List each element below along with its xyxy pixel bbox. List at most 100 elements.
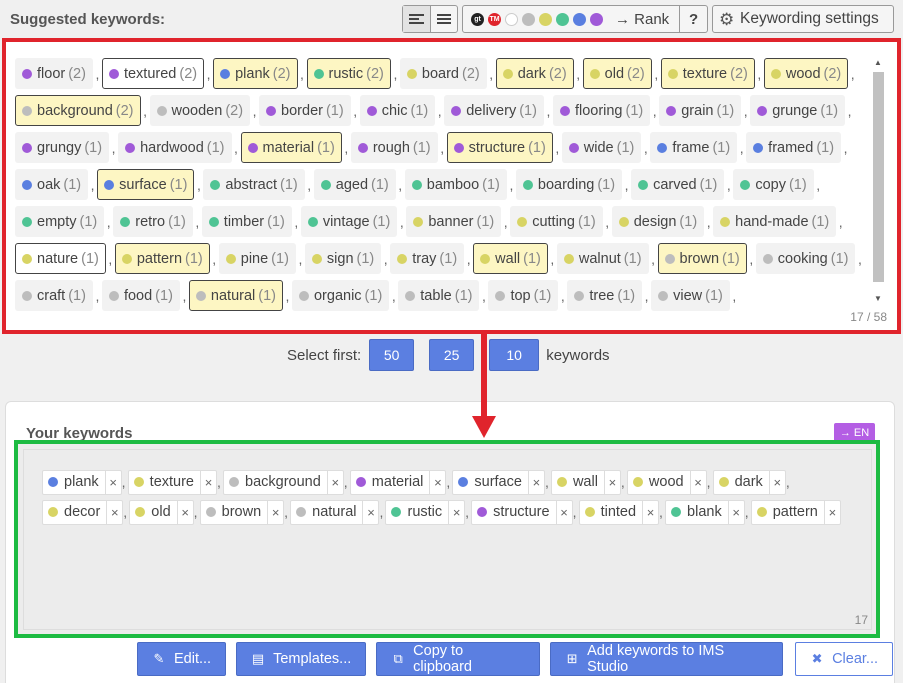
suggested-keyword-sign[interactable]: sign (1) <box>304 243 382 274</box>
your-keyword-blank[interactable]: blank × <box>665 499 745 525</box>
suggested-keyword-cooking[interactable]: cooking (1) <box>755 243 856 274</box>
suggested-keyword-view[interactable]: view (1) <box>651 280 730 311</box>
scrollbar-thumb[interactable] <box>873 72 884 282</box>
suggested-keyword-hardwood[interactable]: hardwood (1) <box>118 132 232 163</box>
suggested-keyword-nature[interactable]: nature (1) <box>15 243 106 274</box>
suggested-keyword-design[interactable]: design (1) <box>611 206 705 237</box>
rank-button[interactable]: gt TM → Rank <box>463 6 679 32</box>
suggested-keyword-pine[interactable]: pine (1) <box>218 243 296 274</box>
remove-keyword-icon[interactable]: × <box>362 500 378 524</box>
suggested-keyword-retro[interactable]: retro (1) <box>113 206 193 237</box>
suggested-keyword-organic[interactable]: organic (1) <box>291 280 390 311</box>
remove-keyword-icon[interactable]: × <box>768 470 785 494</box>
remove-keyword-icon[interactable]: × <box>104 470 121 494</box>
suggested-keyword-framed[interactable]: framed (1) <box>746 132 842 163</box>
suggested-keyword-hand-made[interactable]: hand-made (1) <box>713 206 837 237</box>
your-keyword-pattern[interactable]: pattern × <box>750 499 841 525</box>
remove-keyword-icon[interactable]: × <box>429 470 445 494</box>
suggested-keyword-surface[interactable]: surface (1) <box>97 169 195 200</box>
clear-button[interactable]: ✖ Clear... <box>795 642 893 676</box>
suggested-keyword-abstract[interactable]: abstract (1) <box>203 169 305 200</box>
add-keywords-button[interactable]: ⊞ Add keywords to IMS Studio <box>550 642 784 676</box>
your-keyword-background[interactable]: background × <box>223 469 344 495</box>
remove-keyword-icon[interactable]: × <box>689 470 706 494</box>
suggested-keyword-top[interactable]: top (1) <box>488 280 559 311</box>
your-keyword-plank[interactable]: plank × <box>42 469 122 495</box>
suggested-keyword-cutting[interactable]: cutting (1) <box>510 206 603 237</box>
suggested-keyword-wood[interactable]: wood (2) <box>763 58 849 89</box>
suggested-keyword-pattern[interactable]: pattern (1) <box>114 243 210 274</box>
select-first-10-button[interactable]: 10 <box>489 339 540 371</box>
suggested-keyword-structure[interactable]: structure (1) <box>446 132 553 163</box>
suggested-keyword-texture[interactable]: texture (2) <box>660 58 755 89</box>
remove-keyword-icon[interactable]: × <box>176 500 193 524</box>
suggested-keyword-bamboo[interactable]: bamboo (1) <box>404 169 507 200</box>
suggested-keyword-banner[interactable]: banner (1) <box>406 206 502 237</box>
your-keyword-dark[interactable]: dark × <box>712 469 786 495</box>
your-keyword-texture[interactable]: texture × <box>127 469 218 495</box>
suggested-keyword-wide[interactable]: wide (1) <box>561 132 642 163</box>
remove-keyword-icon[interactable]: × <box>326 470 343 494</box>
suggested-keyword-tree[interactable]: tree (1) <box>567 280 643 311</box>
suggested-keyword-vintage[interactable]: vintage (1) <box>300 206 398 237</box>
suggested-keyword-grain[interactable]: grain (1) <box>659 95 742 126</box>
suggested-keyword-old[interactable]: old (2) <box>582 58 652 89</box>
your-keyword-surface[interactable]: surface × <box>452 469 545 495</box>
your-keyword-rustic[interactable]: rustic × <box>385 499 466 525</box>
templates-button[interactable]: ▤ Templates... <box>236 642 367 676</box>
suggested-keyword-craft[interactable]: craft (1) <box>15 280 93 311</box>
suggested-keyword-rough[interactable]: rough (1) <box>350 132 438 163</box>
your-keyword-natural[interactable]: natural × <box>290 499 380 525</box>
copy-to-clipboard-button[interactable]: ⧉ Copy to clipboard <box>376 642 541 676</box>
suggested-keyword-floor[interactable]: floor (2) <box>15 58 93 89</box>
suggested-keyword-chic[interactable]: chic (1) <box>359 95 436 126</box>
your-keyword-decor[interactable]: decor × <box>42 499 124 525</box>
remove-keyword-icon[interactable]: × <box>448 500 464 524</box>
suggested-keyword-oak[interactable]: oak (1) <box>15 169 89 200</box>
keywording-settings-button[interactable]: ⚙ Keywording settings <box>712 5 894 33</box>
suggested-keyword-grunge[interactable]: grunge (1) <box>750 95 846 126</box>
suggested-keyword-aged[interactable]: aged (1) <box>313 169 396 200</box>
remove-keyword-icon[interactable]: × <box>527 470 544 494</box>
suggested-keyword-timber[interactable]: timber (1) <box>201 206 292 237</box>
suggested-keyword-empty[interactable]: empty (1) <box>15 206 105 237</box>
scroll-up-arrow-icon[interactable]: ▲ <box>872 58 884 68</box>
your-keyword-material[interactable]: material × <box>349 469 447 495</box>
suggested-keyword-board[interactable]: board (2) <box>399 58 487 89</box>
suggested-keyword-frame[interactable]: frame (1) <box>650 132 738 163</box>
remove-keyword-icon[interactable]: × <box>823 500 840 524</box>
your-keyword-tinted[interactable]: tinted × <box>578 499 660 525</box>
suggested-keyword-dark[interactable]: dark (2) <box>495 58 574 89</box>
your-keyword-structure[interactable]: structure × <box>471 499 573 525</box>
remove-keyword-icon[interactable]: × <box>727 500 744 524</box>
remove-keyword-icon[interactable]: × <box>200 470 216 494</box>
suggested-keyword-flooring[interactable]: flooring (1) <box>552 95 651 126</box>
remove-keyword-icon[interactable]: × <box>267 500 283 524</box>
suggested-keyword-brown[interactable]: brown (1) <box>657 243 747 274</box>
suggested-keyword-tray[interactable]: tray (1) <box>390 243 465 274</box>
suggested-keyword-walnut[interactable]: walnut (1) <box>556 243 649 274</box>
select-first-25-button[interactable]: 25 <box>429 339 475 371</box>
help-button[interactable]: ? <box>679 6 707 32</box>
suggested-keyword-textured[interactable]: textured (2) <box>101 58 205 89</box>
suggested-keyword-wooden[interactable]: wooden (2) <box>149 95 251 126</box>
your-keyword-wood[interactable]: wood × <box>626 469 707 495</box>
edit-button[interactable]: ✎ Edit... <box>137 642 227 676</box>
suggested-keyword-wall[interactable]: wall (1) <box>473 243 548 274</box>
suggested-keyword-table[interactable]: table (1) <box>398 280 480 311</box>
suggested-keyword-border[interactable]: border (1) <box>259 95 351 126</box>
suggested-keyword-boarding[interactable]: boarding (1) <box>515 169 623 200</box>
remove-keyword-icon[interactable]: × <box>642 500 658 524</box>
suggested-keyword-delivery[interactable]: delivery (1) <box>444 95 544 126</box>
suggested-keyword-background[interactable]: background (2) <box>15 95 141 126</box>
remove-keyword-icon[interactable]: × <box>603 470 620 494</box>
remove-keyword-icon[interactable]: × <box>555 500 572 524</box>
scrollbar[interactable]: ▲ ▼ <box>872 58 884 304</box>
your-keyword-old[interactable]: old × <box>129 499 194 525</box>
suggested-keyword-natural[interactable]: natural (1) <box>188 280 283 311</box>
your-keyword-wall[interactable]: wall × <box>550 469 621 495</box>
compact-view-button[interactable] <box>403 6 430 32</box>
list-view-button[interactable] <box>429 6 457 32</box>
suggested-keyword-carved[interactable]: carved (1) <box>631 169 725 200</box>
suggested-keyword-grungy[interactable]: grungy (1) <box>15 132 110 163</box>
